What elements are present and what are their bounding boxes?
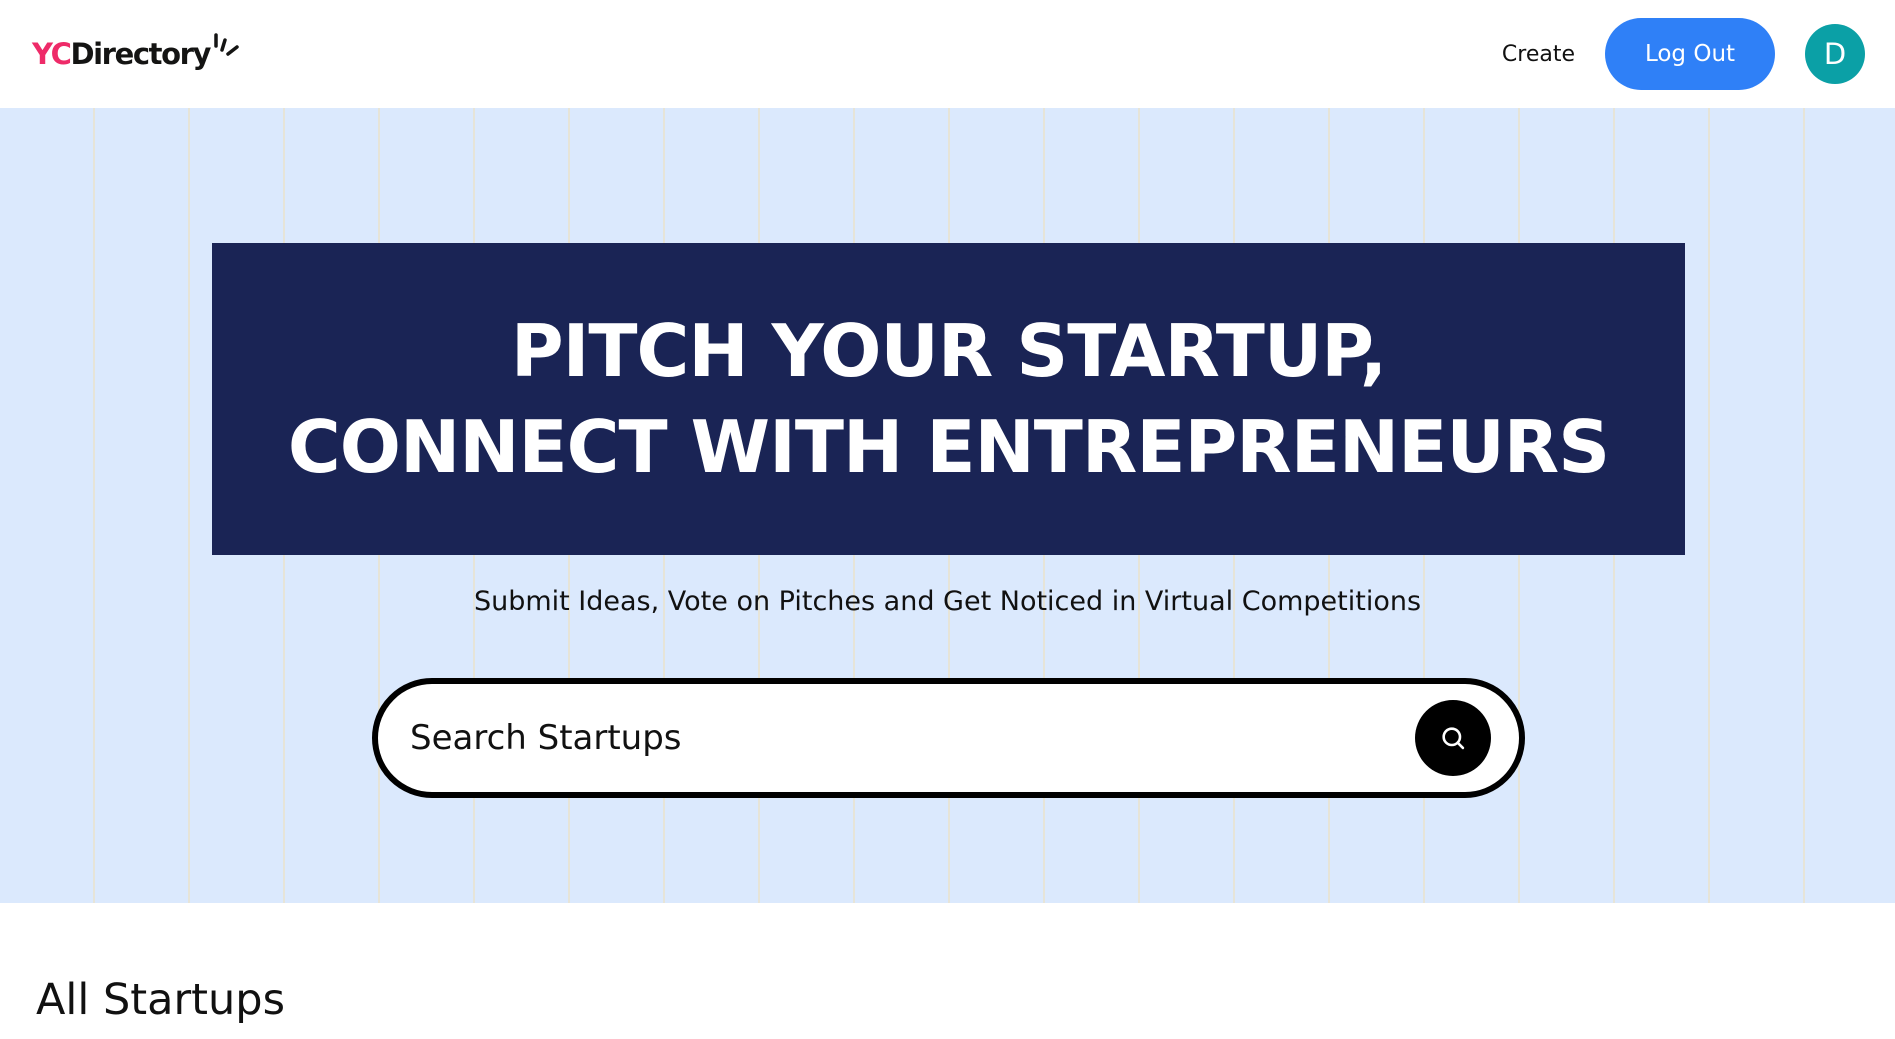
headline-line-1: PITCH YOUR STARTUP, — [510, 309, 1387, 393]
nav-right: Create Log Out D — [1502, 18, 1865, 90]
headline-line-2: CONNECT WITH ENTREPRENEURS — [287, 405, 1610, 489]
section-title-all-startups: All Startups — [36, 975, 285, 1025]
search-input[interactable] — [408, 708, 1415, 768]
hero-subheading: Submit Ideas, Vote on Pitches and Get No… — [473, 586, 1422, 617]
logo[interactable]: YC Directory — [32, 33, 242, 71]
hero-section: PITCH YOUR STARTUP, CONNECT WITH ENTREPR… — [0, 108, 1895, 903]
logo-directory-text: Directory — [70, 37, 211, 71]
logo-spark-icon — [214, 33, 239, 56]
create-link[interactable]: Create — [1502, 42, 1575, 67]
logout-button[interactable]: Log Out — [1605, 18, 1775, 90]
navbar: YC Directory Create Log Out D — [0, 0, 1895, 108]
headline-box: PITCH YOUR STARTUP, CONNECT WITH ENTREPR… — [212, 243, 1685, 555]
avatar[interactable]: D — [1805, 24, 1865, 84]
logo-yc-text: YC — [32, 37, 72, 71]
search-form — [372, 678, 1525, 798]
search-button[interactable] — [1415, 700, 1491, 776]
search-icon — [1442, 727, 1465, 750]
